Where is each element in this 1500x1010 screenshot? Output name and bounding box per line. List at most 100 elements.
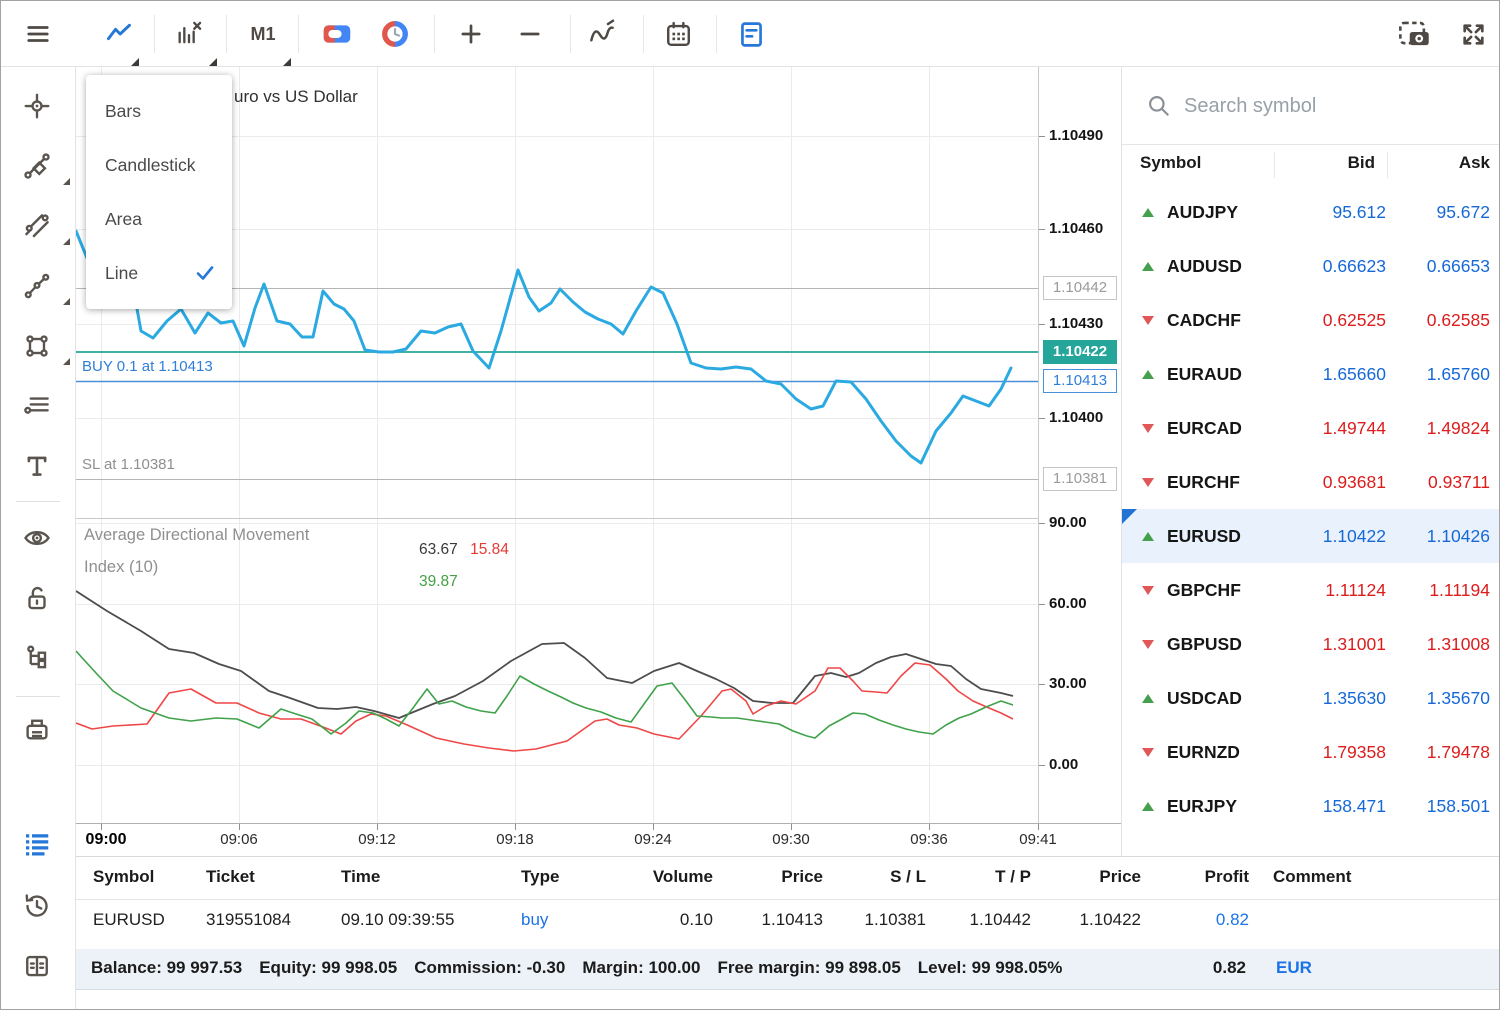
menu-item-line[interactable]: Line <box>86 246 232 300</box>
adx-line <box>76 591 1013 718</box>
text-tool-button[interactable] <box>15 444 59 488</box>
crosshair-tool-button[interactable] <box>15 84 59 128</box>
symbol-search[interactable] <box>1122 67 1500 145</box>
ask-price[interactable]: 0.66653 <box>1386 256 1490 277</box>
market-watch-row[interactable]: USDCAD1.356301.35670 <box>1122 671 1500 725</box>
market-watch-row[interactable]: EURNZD1.793581.79478 <box>1122 725 1500 779</box>
column-symbol[interactable]: Symbol <box>1140 153 1201 173</box>
sidebar-divider <box>16 696 60 697</box>
market-watch-row[interactable]: GBPUSD1.310011.31008 <box>1122 617 1500 671</box>
bid-price[interactable]: 1.49744 <box>1280 418 1386 439</box>
text-icon <box>22 451 52 481</box>
ask-price[interactable]: 1.10426 <box>1386 526 1490 547</box>
add-indicator-button[interactable] <box>582 14 622 54</box>
account-currency[interactable]: EUR <box>1276 958 1312 978</box>
timeframe-button[interactable]: M1 <box>243 14 283 54</box>
search-input[interactable] <box>1184 89 1474 123</box>
menu-icon <box>25 21 51 47</box>
remove-indicators-button[interactable] <box>169 14 209 54</box>
current-price-tag: 1.10422 <box>1043 340 1117 364</box>
bid-price[interactable]: 0.62525 <box>1280 310 1386 331</box>
position-type: buy <box>521 910 548 930</box>
menu-item-candlestick[interactable]: Candlestick <box>86 138 232 192</box>
menu-item-area[interactable]: Area <box>86 192 232 246</box>
bid-price[interactable]: 1.35630 <box>1280 688 1386 709</box>
market-watch-row[interactable]: EURAUD1.656601.65760 <box>1122 347 1500 401</box>
ask-price[interactable]: 1.35670 <box>1386 688 1490 709</box>
symbol-name: EURJPY <box>1167 796 1275 817</box>
col-volume: Volume <box>653 867 713 887</box>
trendlines-tool-button[interactable] <box>15 204 59 248</box>
bid-price[interactable]: 0.66623 <box>1280 256 1386 277</box>
column-ask[interactable]: Ask <box>1459 153 1490 173</box>
market-watch-row[interactable]: EURCHF0.936810.93711 <box>1122 455 1500 509</box>
screenshot-button[interactable] <box>1395 14 1435 54</box>
print-button[interactable] <box>15 709 59 753</box>
ask-price[interactable]: 158.501 <box>1386 796 1490 817</box>
ask-price[interactable]: 0.93711 <box>1386 472 1490 493</box>
ruler-tool-button[interactable] <box>15 144 59 188</box>
market-watch-row[interactable]: GBPCHF1.111241.11194 <box>1122 563 1500 617</box>
bid-price[interactable]: 1.10422 <box>1280 526 1386 547</box>
ask-price[interactable]: 1.49824 <box>1386 418 1490 439</box>
trade-panel-button[interactable] <box>15 822 59 866</box>
position-row[interactable]: EURUSD 319551084 09.10 09:39:55 buy 0.10… <box>76 900 1500 947</box>
ask-price[interactable]: 1.65760 <box>1386 364 1490 385</box>
bid-price[interactable]: 1.11124 <box>1280 580 1386 601</box>
dropdown-corner-icon <box>209 58 217 66</box>
account-item: Level: 99 998.05% <box>918 958 1063 977</box>
polyline-tool-button[interactable] <box>15 264 59 308</box>
fullscreen-button[interactable] <box>1453 14 1493 54</box>
dropdown-corner-icon <box>131 58 139 66</box>
market-watch-row[interactable]: CADCHF0.625250.62585 <box>1122 293 1500 347</box>
bid-price[interactable]: 0.93681 <box>1280 472 1386 493</box>
ask-price[interactable]: 95.672 <box>1386 202 1490 223</box>
column-bid[interactable]: Bid <box>1348 153 1375 173</box>
account-item: Equity: 99 998.05 <box>259 958 397 977</box>
toolbar-separator <box>716 15 717 53</box>
calendar-button[interactable] <box>658 14 698 54</box>
position-ticket: 319551084 <box>206 910 291 930</box>
bid-price[interactable]: 1.79358 <box>1280 742 1386 763</box>
position-profit: 0.82 <box>1216 910 1249 930</box>
history-panel-button[interactable] <box>15 884 59 928</box>
stop-loss-label[interactable]: SL at 1.10381 <box>82 456 175 473</box>
objects-list-button[interactable] <box>731 14 771 54</box>
ask-price[interactable]: 1.11194 <box>1386 580 1490 601</box>
menu-item-bars[interactable]: Bars <box>86 84 232 138</box>
market-watch-row[interactable]: EURJPY158.471158.501 <box>1122 779 1500 833</box>
chart-type-button[interactable] <box>99 14 139 54</box>
ask-price[interactable]: 1.31008 <box>1386 634 1490 655</box>
fibonacci-tool-button[interactable] <box>15 384 59 428</box>
zoom-out-button[interactable] <box>510 14 550 54</box>
market-watch-row[interactable]: EURUSD1.104221.10426 <box>1122 509 1500 563</box>
bid-price[interactable]: 158.471 <box>1280 796 1386 817</box>
price-axis[interactable]: 1.10490 1.10460 1.10430 1.10400 1.10442 … <box>1038 67 1121 823</box>
buy-order-label[interactable]: BUY 0.1 at 1.10413 <box>82 358 213 375</box>
price-down-icon <box>1142 424 1154 433</box>
screenshot-icon <box>1398 18 1432 50</box>
shapes-tool-button[interactable] <box>15 324 59 368</box>
symbol-name: AUDJPY <box>1167 202 1275 223</box>
bid-price[interactable]: 95.612 <box>1280 202 1386 223</box>
ask-price[interactable]: 1.79478 <box>1386 742 1490 763</box>
check-icon <box>195 264 215 282</box>
zoom-in-button[interactable] <box>451 14 491 54</box>
objects-list-icon <box>737 20 766 49</box>
market-watch-row[interactable]: EURCAD1.497441.49824 <box>1122 401 1500 455</box>
price-down-icon <box>1142 478 1154 487</box>
journal-panel-button[interactable] <box>15 944 59 988</box>
visibility-button[interactable] <box>15 516 59 560</box>
symbol-name: EURNZD <box>1167 742 1275 763</box>
bid-price[interactable]: 1.31001 <box>1280 634 1386 655</box>
object-tree-button[interactable] <box>15 636 59 680</box>
market-hours-button[interactable] <box>375 14 415 54</box>
one-click-trading-button[interactable] <box>317 14 357 54</box>
bid-price[interactable]: 1.65660 <box>1280 364 1386 385</box>
ask-price[interactable]: 0.62585 <box>1386 310 1490 331</box>
menu-button[interactable] <box>18 14 58 54</box>
market-watch-row[interactable]: AUDUSD0.666230.66653 <box>1122 239 1500 293</box>
market-watch-row[interactable]: AUDJPY95.61295.672 <box>1122 185 1500 239</box>
time-axis[interactable]: 09:00 09:06 09:12 09:18 09:24 09:30 09:3… <box>76 823 1121 856</box>
lock-objects-button[interactable] <box>15 576 59 620</box>
